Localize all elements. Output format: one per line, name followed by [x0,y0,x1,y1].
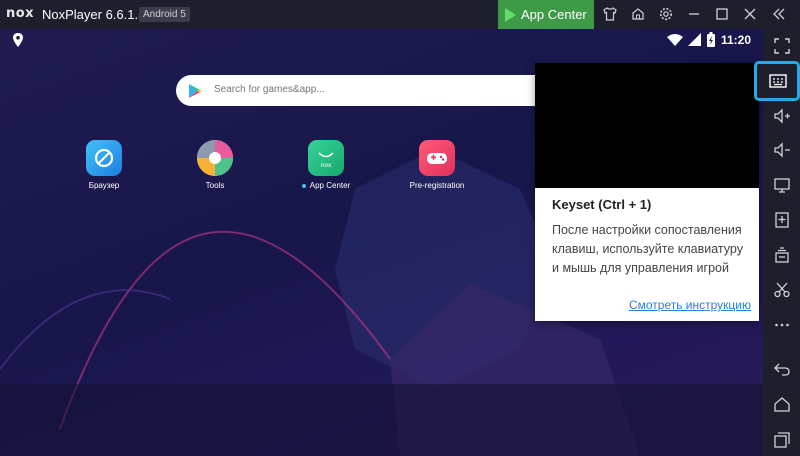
clock-time: 11:20 [721,33,752,47]
tools-icon [197,140,233,176]
screen-record-button[interactable] [763,171,800,199]
keyset-preview-image [535,63,759,188]
app-label: Pre-registration [409,181,465,190]
right-toolbar [754,29,800,456]
popup-description: После настройки сопоставления клавиш, ис… [552,223,743,275]
volume-down-icon [773,142,790,158]
shirt-theme-icon[interactable] [601,6,619,24]
android-status-bar: 11:20 [0,29,763,51]
monitor-icon [773,178,790,193]
svg-text:nox: nox [321,162,332,169]
browser-icon [86,140,122,176]
app-label: App Center [286,181,366,190]
location-pin-icon [13,33,23,47]
app-label: Tools [205,181,225,190]
android-home-button[interactable] [763,391,800,419]
home-icon[interactable] [629,6,647,24]
android-dock [0,384,763,456]
play-store-icon [505,7,516,22]
nox-player-window: nox NoxPlayer 6.6.1.5 Android 5 App Cent… [0,0,800,456]
close-icon[interactable] [741,6,759,24]
new-indicator-dot [301,183,306,188]
android-version-badge: Android 5 [139,7,190,22]
more-button[interactable] [763,311,800,339]
keyboard-icon [769,74,787,88]
scissors-icon [773,282,790,298]
screenshot-button[interactable] [763,276,800,304]
recent-apps-icon [773,432,790,448]
minimize-icon[interactable] [685,6,703,24]
recent-apps-button[interactable] [763,426,800,454]
nox-logo: nox [6,6,35,21]
volume-down-button[interactable] [763,136,800,164]
add-apk-icon [774,212,789,228]
add-apk-button[interactable] [763,206,800,234]
app-center-bag-icon: nox [308,140,344,176]
fullscreen-icon [773,38,790,54]
app-browser[interactable]: Браузер [64,140,144,190]
app-pre-registration[interactable]: Pre-registration [397,140,477,190]
keyset-button[interactable] [754,61,800,101]
app-center-button[interactable]: App Center [498,0,594,29]
volume-up-button[interactable] [763,102,800,130]
stack-icon [774,247,789,263]
android-home-icon [773,397,790,412]
app-title: NoxPlayer 6.6.1.5 [42,7,146,22]
view-instructions-link[interactable]: Смотреть инструкцию [629,298,751,312]
gamepad-icon [419,140,455,176]
back-button[interactable] [763,355,800,383]
keyset-tooltip-popup: Keyset (Ctrl + 1) После настройки сопост… [535,63,759,321]
signal-icon [688,33,701,46]
app-label: Браузер [88,181,120,190]
volume-up-icon [773,108,790,124]
wifi-icon [667,34,683,46]
maximize-icon[interactable] [713,6,731,24]
more-dots-icon [774,323,789,327]
popup-title: Keyset (Ctrl + 1) [552,197,652,212]
battery-charging-icon [707,32,715,47]
back-arrow-icon [773,363,790,376]
collapse-sidebar-icon[interactable] [770,6,788,24]
title-bar: nox NoxPlayer 6.6.1.5 Android 5 App Cent… [0,0,800,29]
app-app-center[interactable]: nox App Center [286,140,366,190]
search-bar[interactable]: Search for games&app... [176,75,560,106]
app-tools[interactable]: Tools [175,140,255,190]
search-placeholder: Search for games&app... [214,84,325,95]
multi-instance-button[interactable] [763,241,800,269]
app-center-button-label: App Center [521,7,587,22]
gear-icon[interactable] [657,6,675,24]
app-label-text: App Center [309,181,351,190]
google-play-icon [189,84,202,98]
fullscreen-button[interactable] [763,32,800,60]
